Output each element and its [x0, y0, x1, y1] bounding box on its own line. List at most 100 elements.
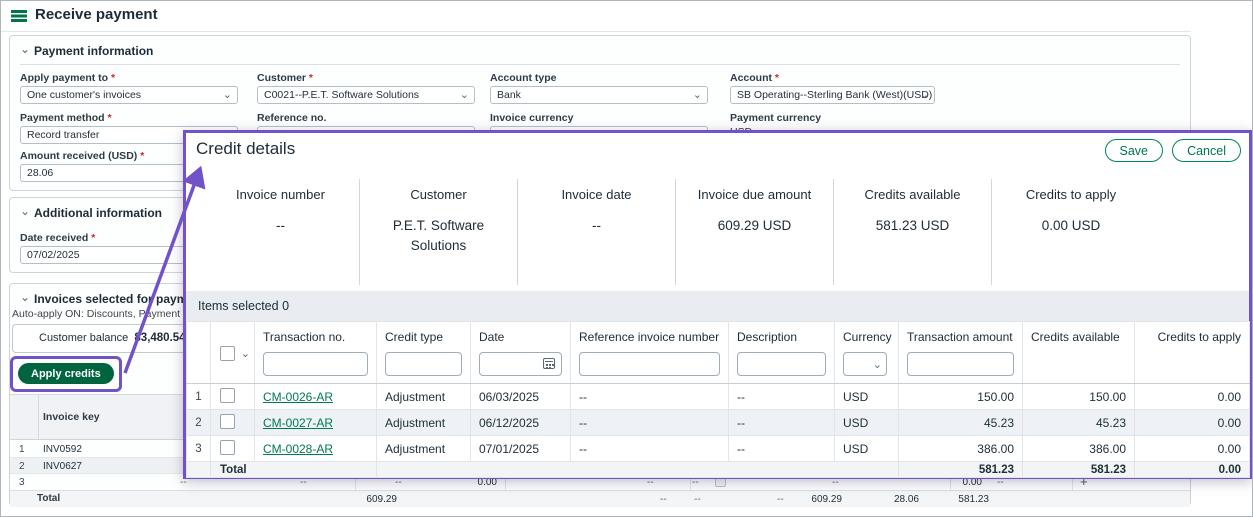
customer-balance-label: Customer balance — [39, 332, 128, 344]
calendar-icon[interactable] — [543, 358, 555, 369]
chevron-down-icon — [873, 357, 882, 371]
currency-filter[interactable] — [843, 352, 887, 376]
summary-value: 0.00 USD — [992, 216, 1150, 236]
divider — [1, 31, 1191, 32]
payment-information-header[interactable]: Payment information — [20, 44, 153, 58]
date-received-label: Date received — [20, 232, 95, 244]
total-amount: 609.29 — [782, 494, 842, 505]
row-number: 2 — [187, 410, 211, 436]
transaction-no-filter[interactable] — [263, 352, 368, 376]
credits-to-apply-cell[interactable]: 0.00 — [1135, 384, 1250, 410]
transaction-link[interactable]: CM-0026-AR — [263, 390, 333, 404]
reference-invoice-number-filter[interactable] — [579, 352, 720, 376]
credit-row: 2 CM-0027-AR Adjustment 06/12/2025 -- --… — [187, 410, 1250, 436]
date-received-input[interactable]: 07/02/2025 — [20, 246, 188, 264]
description-cell: -- — [729, 384, 835, 410]
row-number: 1 — [187, 384, 211, 410]
description-cell: -- — [729, 436, 835, 462]
row-number-header — [187, 322, 211, 384]
summary-value: -- — [202, 216, 359, 236]
section-title: Additional information — [34, 206, 162, 220]
credit-type-filter[interactable] — [385, 352, 462, 376]
account-select[interactable]: SB Operating--Sterling Bank (West)(USD) — [730, 86, 935, 104]
row-number: 3 — [19, 477, 25, 488]
summary-value: P.E.T. Software Solutions — [360, 216, 517, 257]
transaction-amount-cell: 45.23 — [899, 410, 1023, 436]
description-filter[interactable] — [737, 352, 826, 376]
currency-cell: USD — [835, 436, 899, 462]
save-button[interactable]: Save — [1105, 139, 1164, 162]
transaction-amount-header: Transaction amount — [899, 322, 1023, 384]
date-cell: 06/12/2025 — [471, 410, 571, 436]
total-credits-to-apply: 0.00 — [1135, 462, 1250, 478]
reference-cell: -- — [571, 410, 729, 436]
date-header: Date — [471, 322, 571, 384]
date-cell: 07/01/2025 — [471, 436, 571, 462]
reference-cell: -- — [571, 436, 729, 462]
transaction-amount-cell: 150.00 — [899, 384, 1023, 410]
credit-type-cell: Adjustment — [377, 410, 471, 436]
select-all-header — [211, 322, 255, 384]
empty-cell: -- — [694, 494, 701, 505]
currency-header: Currency — [835, 322, 899, 384]
reference-no-label: Reference no. — [257, 112, 326, 124]
collapse-chevron-icon — [20, 292, 34, 306]
row-number: 3 — [187, 436, 211, 462]
total-label: Total — [37, 493, 60, 504]
credits-available-header: Credits available — [1023, 322, 1135, 384]
apply-payment-to-label: Apply payment to — [20, 72, 115, 84]
chevron-down-icon — [223, 88, 232, 101]
invoices-total-row: Total 609.29 -- -- -- 609.29 28.06 581.2… — [10, 491, 1190, 507]
transaction-link[interactable]: CM-0027-AR — [263, 416, 333, 430]
credits-available-cell: 45.23 — [1023, 410, 1135, 436]
summary-invoice-date: Invoice date -- — [518, 179, 676, 285]
items-selected-bar: Items selected 0 — [186, 291, 1249, 321]
summary-label: Customer — [360, 187, 517, 202]
cancel-button[interactable]: Cancel — [1172, 139, 1241, 162]
modal-title: Credit details — [196, 139, 295, 159]
select-all-checkbox[interactable] — [220, 346, 235, 361]
summary-value: -- — [518, 216, 675, 236]
row-checkbox[interactable] — [220, 414, 235, 429]
receive-payment-screen: Receive payment Payment information Appl… — [0, 0, 1253, 517]
credits-available-cell: 150.00 — [1023, 384, 1135, 410]
customer-select[interactable]: C0021--P.E.T. Software Solutions — [257, 86, 475, 104]
chevron-down-icon — [693, 88, 702, 101]
section-title: Invoices selected for payment — [34, 292, 205, 306]
date-filter[interactable] — [479, 352, 562, 376]
total-transaction-amount: 581.23 — [899, 462, 1023, 478]
menu-icon[interactable] — [11, 10, 27, 13]
transaction-link[interactable]: CM-0028-AR — [263, 442, 333, 456]
row-number: 1 — [19, 444, 25, 455]
total-credits-available: 581.23 — [1023, 462, 1135, 478]
apply-credits-button[interactable]: Apply credits — [18, 363, 114, 384]
customer-label: Customer — [257, 72, 313, 84]
account-type-select[interactable]: Bank — [490, 86, 708, 104]
payment-currency-label: Payment currency — [730, 112, 821, 124]
description-header: Description — [729, 322, 835, 384]
transaction-amount-cell: 386.00 — [899, 436, 1023, 462]
empty-cell — [187, 462, 211, 478]
row-checkbox[interactable] — [220, 440, 235, 455]
empty-cell: -- — [660, 494, 667, 505]
collapse-chevron-icon — [20, 44, 34, 58]
additional-information-header[interactable]: Additional information — [20, 206, 162, 220]
collapse-chevron-icon — [20, 206, 34, 220]
credit-total-row: Total 581.23 581.23 0.00 — [187, 462, 1250, 478]
top-bar: Receive payment — [1, 1, 1252, 31]
credits-to-apply-cell[interactable]: 0.00 — [1135, 410, 1250, 436]
amount-received-label: Amount received (USD) — [20, 150, 144, 162]
invoice-currency-label: Invoice currency — [490, 112, 573, 124]
empty-cell — [377, 462, 899, 478]
summary-credits-available: Credits available 581.23 USD — [834, 179, 992, 285]
row-checkbox[interactable] — [220, 388, 235, 403]
apply-payment-to-select[interactable]: One customer's invoices — [20, 86, 238, 104]
credits-to-apply-cell[interactable]: 0.00 — [1135, 436, 1250, 462]
summary-customer: Customer P.E.T. Software Solutions — [360, 179, 518, 285]
credit-type-cell: Adjustment — [377, 436, 471, 462]
credit-type-header: Credit type — [377, 322, 471, 384]
transaction-amount-filter[interactable] — [907, 352, 1014, 376]
invoices-selected-header[interactable]: Invoices selected for payment — [20, 292, 205, 306]
chevron-down-icon[interactable] — [241, 346, 250, 360]
summary-label: Credits to apply — [992, 187, 1150, 202]
